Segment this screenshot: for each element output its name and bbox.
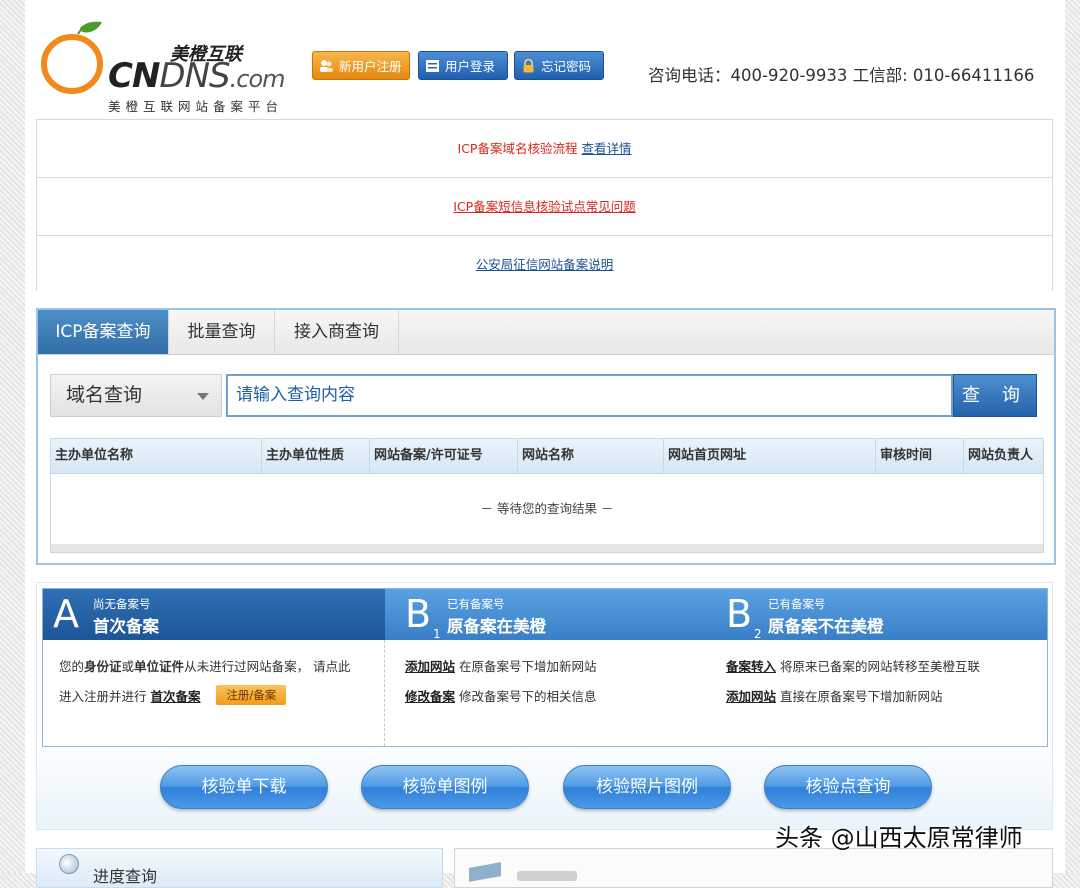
existing-filing-out-header[interactable]: B 2 已有备案号 原备案不在美橙	[706, 589, 1047, 641]
existing-filing-out-desc: 备案转入 将原来已备案的网站转移至美橙互联 添加网站 直接在原备案号下增加新网站	[726, 659, 981, 704]
download-verify-form-button[interactable]: 核验单下载	[160, 765, 328, 809]
contact-info: 咨询电话：400-920-9933 工信部: 010-66411166	[648, 66, 1035, 85]
tab-icp-query[interactable]: ICP备案查询	[38, 310, 169, 354]
verify-point-query-button[interactable]: 核验点查询	[764, 765, 932, 809]
query-tabs: ICP备案查询 批量查询 接入商查询	[38, 310, 1054, 355]
existing-filing-in-header[interactable]: B 1 已有备案号 原备案在美橙	[385, 589, 706, 641]
filing-section: A 尚无备案号 首次备案 B 1 已有备案号 原备案在美橙 B 2 已有备案号 …	[36, 582, 1053, 830]
register-button[interactable]: 新用户注册	[312, 51, 410, 80]
column-header: 网站备案/许可证号	[370, 439, 518, 473]
filing-options: A 尚无备案号 首次备案 B 1 已有备案号 原备案在美橙 B 2 已有备案号 …	[42, 588, 1048, 747]
first-filing-link[interactable]: 首次备案	[151, 689, 201, 704]
progress-query-label: 进度查询	[93, 867, 158, 886]
site-logo[interactable]: 美橙互联 CNDNS.com 美橙互联网站备案平台	[40, 18, 300, 114]
column-header: 网站名称	[518, 439, 664, 473]
info-panel	[454, 848, 1053, 888]
column-header: 主办单位名称	[51, 439, 262, 473]
panel-icon	[469, 862, 501, 882]
lock-icon	[523, 59, 534, 73]
notice-detail-link[interactable]: 查看详情	[581, 141, 631, 156]
register-filing-button[interactable]: 注册/备案	[216, 684, 287, 705]
verify-form-example-button[interactable]: 核验单图例	[361, 765, 529, 809]
notice-item: ICP备案域名核验流程 查看详情	[37, 120, 1052, 178]
results-footer	[51, 544, 1043, 552]
first-filing-header[interactable]: A 尚无备案号 首次备案	[43, 589, 385, 640]
tab-provider-query[interactable]: 接入商查询	[275, 310, 399, 354]
magnifier-icon	[59, 854, 79, 874]
notice-text: ICP备案域名核验流程	[457, 141, 578, 156]
modify-filing-link[interactable]: 修改备案	[405, 689, 455, 704]
brand-en: CNDNS.com	[108, 56, 286, 96]
column-header: 网站首页网址	[664, 439, 876, 473]
column-header: 网站负责人	[968, 448, 1034, 463]
column-header: 主办单位性质	[262, 439, 370, 473]
verify-photo-example-button[interactable]: 核验照片图例	[563, 765, 731, 809]
search-input[interactable]: 请输入查询内容	[226, 374, 953, 417]
brand-subtitle: 美橙互联网站备案平台	[108, 99, 284, 114]
notice-link[interactable]: ICP备案短信息核验试点常见问题	[453, 199, 635, 214]
login-button[interactable]: 用户登录	[418, 51, 508, 80]
tab-batch-query[interactable]: 批量查询	[169, 310, 275, 354]
caret-down-icon	[197, 393, 209, 400]
existing-filing-in-desc: 添加网站 在原备案号下增加新网站 修改备案 修改备案号下的相关信息	[405, 659, 597, 704]
results-header: 主办单位名称 主办单位性质 网站备案/许可证号 网站名称 网站首页网址 审核时间…	[51, 439, 1043, 474]
column-header: 审核时间	[876, 439, 964, 473]
form-icon	[426, 60, 439, 72]
empty-results-text: － 等待您的查询结果 －	[480, 501, 614, 516]
query-type-select[interactable]: 域名查询	[50, 374, 222, 417]
orange-logo-icon	[41, 21, 103, 94]
notice-item: 公安局征信网站备案说明	[37, 236, 1052, 293]
users-icon	[320, 60, 333, 72]
results-table: 主办单位名称 主办单位性质 网站备案/许可证号 网站名称 网站首页网址 审核时间…	[50, 438, 1044, 553]
first-filing-desc: 您的身份证或单位证件从未进行过网站备案， 请点此 进入注册并进行 首次备案 注册…	[43, 640, 385, 746]
notice-item: ICP备案短信息核验试点常见问题	[37, 178, 1052, 236]
notice-link[interactable]: 公安局征信网站备案说明	[476, 257, 614, 272]
transfer-filing-link[interactable]: 备案转入	[726, 659, 776, 674]
watermark: 头条 @山西太原常律师	[775, 824, 1023, 852]
forgot-password-button[interactable]: 忘记密码	[514, 51, 604, 80]
search-button[interactable]: 查 询	[953, 374, 1037, 417]
notice-list: ICP备案域名核验流程 查看详情 ICP备案短信息核验试点常见问题 公安局征信网…	[36, 119, 1053, 291]
search-bar: 域名查询 请输入查询内容 查 询	[50, 374, 1038, 419]
progress-query-panel[interactable]: 进度查询	[36, 848, 443, 888]
add-website-link[interactable]: 添加网站	[726, 689, 776, 704]
icp-query-panel: ICP备案查询 批量查询 接入商查询 域名查询 请输入查询内容 查 询 主办单位…	[36, 308, 1056, 565]
add-website-link[interactable]: 添加网站	[405, 659, 455, 674]
